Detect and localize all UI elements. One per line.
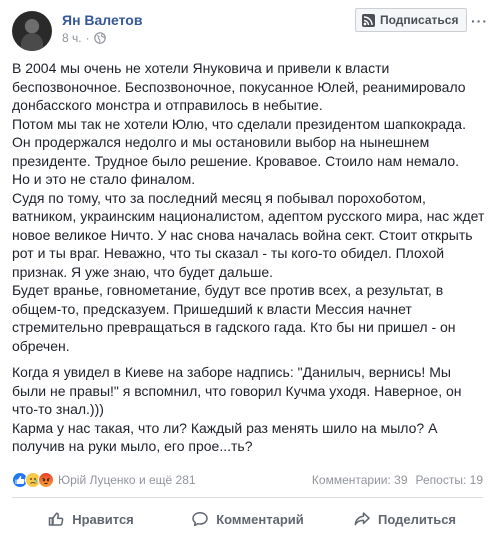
comment-icon	[192, 512, 208, 527]
post-text-line: президенте. Трудное было решение. Кровав…	[12, 152, 460, 169]
post-counts: Комментарии: 39 Репосты: 19	[312, 473, 483, 487]
post-time[interactable]: 8 ч.	[62, 31, 82, 45]
thumbs-up-icon	[48, 512, 64, 526]
meta-separator: ·	[85, 31, 90, 45]
post-text-line: стремительно превращаться в гадского гад…	[12, 319, 456, 335]
comment-button[interactable]: Комментарий	[169, 503, 326, 535]
globe-icon[interactable]	[93, 32, 106, 44]
facebook-post: Ян Валетов 8 ч. · Подписаться ··· В 2004…	[0, 0, 495, 538]
reposts-count[interactable]: Репосты: 19	[416, 473, 483, 487]
post-text-line: обречен.	[12, 337, 70, 354]
post-text-line: новое великое Ничто. У нас снова началас…	[12, 226, 473, 243]
angry-reaction-icon	[38, 472, 54, 488]
post-meta: 8 ч. ·	[62, 31, 106, 45]
post-text-line: общем-то, предсказуем. Пришедший к власт…	[12, 300, 412, 317]
post-paragraph: Когда я увидел в Киеве на заборе надпись…	[12, 363, 484, 456]
post-text-line: Потом мы так не хотели Юлю, что сделали …	[12, 115, 466, 132]
post-text-line: рот и ты враг. Неважно, что ты сказал - …	[12, 245, 445, 261]
share-label: Поделиться	[377, 511, 457, 527]
reactions-names[interactable]: Юрій Луценко и ещё 281	[58, 473, 196, 487]
post-text-line: что-то знал.)))	[12, 401, 104, 417]
subscribe-button[interactable]: Подписаться	[355, 8, 468, 32]
post-text-line: Но и это не стало финалом.	[12, 171, 196, 187]
divider	[12, 497, 483, 498]
comments-count[interactable]: Комментарии: 39	[312, 473, 408, 487]
post-text-line: ватником, украинским националистом, адеп…	[12, 208, 485, 224]
like-label: Нравится	[72, 511, 134, 527]
rss-icon	[362, 13, 375, 27]
post-actions: Нравится Комментарий Поделиться	[12, 503, 483, 535]
post-text-line: получив на руки мыло, его прое...ть?	[12, 438, 253, 454]
author-name[interactable]: Ян Валетов	[62, 12, 142, 28]
post-paragraph: В 2004 мы очень не хотели Януковича и пр…	[12, 59, 484, 355]
post-text-line: признак. Я уже знаю, что будет дальше.	[12, 263, 274, 280]
avatar[interactable]	[12, 11, 52, 51]
comment-label: Комментарий	[216, 511, 304, 527]
post-text-line: были не правы!" я вспомнил, что говорил …	[12, 382, 462, 399]
post-text-line: Карма у нас такая, что ли? Каждый раз ме…	[12, 419, 438, 436]
reactions-summary[interactable]: Юрій Луценко и ещё 281	[12, 472, 196, 488]
post-text-line: Когда я увидел в Киеве на заборе надпись…	[12, 364, 451, 380]
share-icon	[354, 512, 370, 526]
share-button[interactable]: Поделиться	[326, 503, 483, 535]
post-text-line: Судя по тому, что за последний месяц я п…	[12, 189, 426, 206]
subscribe-label: Подписаться	[380, 13, 459, 27]
post-text-line: Будет вранье, говнометание, будут все пр…	[12, 282, 444, 298]
post-text-line: донбасского монстра и отправилось в небы…	[12, 97, 323, 113]
like-button[interactable]: Нравится	[12, 503, 169, 535]
post-text-line: В 2004 мы очень не хотели Януковича и пр…	[12, 60, 390, 76]
post-text-line: беспозвоночное. Беспозвоночное, покусанн…	[12, 78, 466, 95]
post-text: В 2004 мы очень не хотели Януковича и пр…	[12, 59, 484, 464]
more-options-button[interactable]: ···	[471, 13, 488, 29]
post-text-line: Он продержался недолго и мы остановили в…	[12, 134, 430, 150]
